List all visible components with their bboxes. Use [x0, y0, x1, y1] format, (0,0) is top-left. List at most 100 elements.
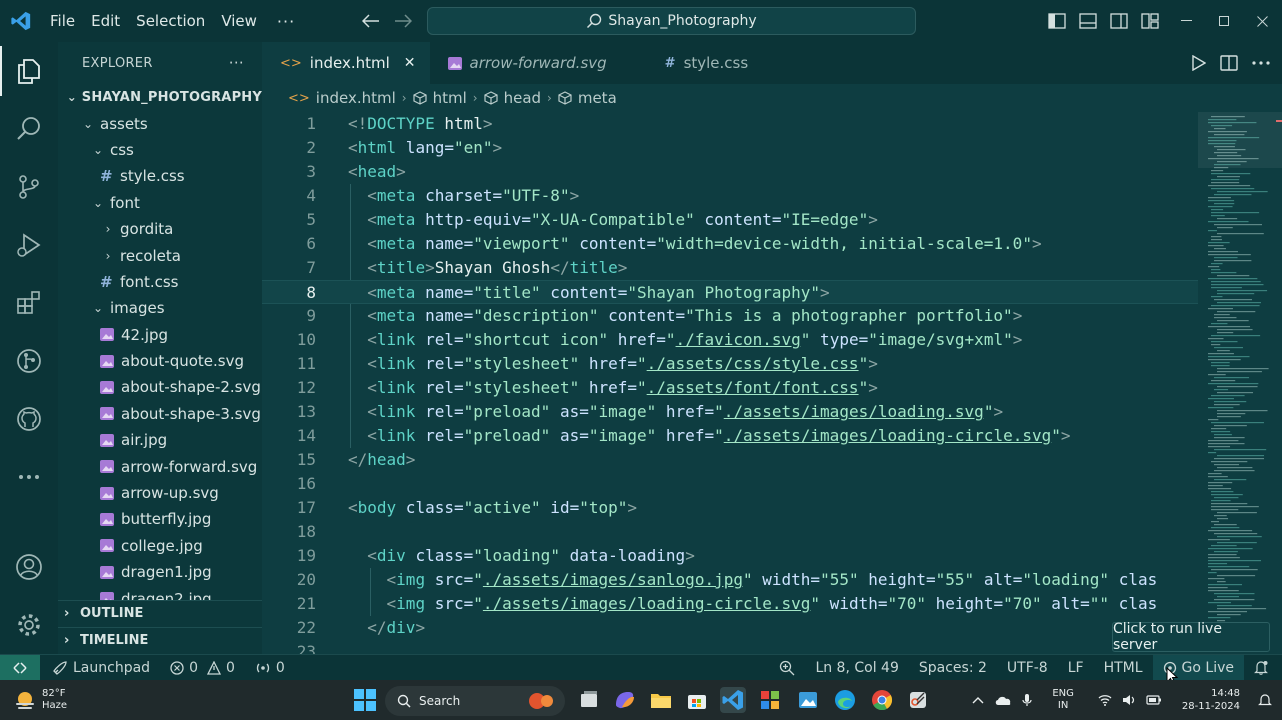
tab-style-css[interactable]: # style.css [647, 42, 763, 84]
language-indicator[interactable]: ENG IN [1052, 688, 1074, 712]
breadcrumb-item[interactable]: head [504, 89, 541, 107]
indentation-button[interactable]: Spaces: 2 [909, 655, 997, 681]
back-arrow-icon[interactable] [357, 7, 385, 35]
volume-icon[interactable] [1122, 694, 1136, 706]
edge-browser-icon[interactable] [832, 687, 858, 713]
code-line[interactable]: 4 <meta charset="UTF-8"> [262, 184, 1198, 208]
code-line[interactable]: 22 </div> [262, 616, 1198, 640]
menu-edit[interactable]: Edit [83, 7, 128, 35]
tree-item[interactable]: ⌄ assets [58, 110, 262, 136]
code-editor[interactable]: 1 <!DOCTYPE html> 2 <html lang="en"> 3 <head>… [262, 112, 1198, 654]
code-line[interactable]: 23 [262, 640, 1198, 654]
toggle-secondary-sidebar-icon[interactable] [1103, 0, 1134, 42]
tab-arrow-forward-svg[interactable]: arrow-forward.svg [430, 42, 647, 84]
forward-arrow-icon[interactable] [389, 7, 417, 35]
copilot-icon[interactable] [612, 687, 638, 713]
tree-item[interactable]: about-shape-2.svg [58, 374, 262, 400]
workspace-root[interactable]: ⌄ SHAYAN_PHOTOGRAPHY [58, 84, 262, 110]
tree-item[interactable]: butterfly.jpg [58, 506, 262, 532]
tree-item[interactable]: about-shape-3.svg [58, 401, 262, 427]
menu-view[interactable]: View [213, 7, 265, 35]
code-line[interactable]: 21 <img src="./assets/images/loading-cir… [262, 592, 1198, 616]
tree-item[interactable]: 42.jpg [58, 322, 262, 348]
more-views-icon[interactable] [0, 448, 58, 506]
source-control-icon[interactable] [0, 158, 58, 216]
tree-item[interactable]: about-quote.svg [58, 348, 262, 374]
outline-section[interactable]: › OUTLINE [58, 600, 262, 626]
search-sidebar-icon[interactable] [0, 100, 58, 158]
tree-item[interactable]: arrow-forward.svg [58, 453, 262, 479]
code-line[interactable]: 20 <img src="./assets/images/sanlogo.jpg… [262, 568, 1198, 592]
code-line[interactable]: 1 <!DOCTYPE html> [262, 112, 1198, 136]
clock[interactable]: 14:48 28-11-2024 [1182, 687, 1240, 713]
file-explorer-icon[interactable] [648, 687, 674, 713]
run-icon[interactable] [1192, 55, 1206, 71]
tree-item[interactable]: arrow-up.svg [58, 480, 262, 506]
weather-widget[interactable]: 82°F Haze [14, 680, 67, 720]
tree-item[interactable]: › recoleta [58, 242, 262, 268]
code-line[interactable]: 19 <div class="loading" data-loading> [262, 544, 1198, 568]
notification-center-icon[interactable] [1258, 693, 1272, 707]
encoding-button[interactable]: UTF-8 [997, 655, 1058, 681]
code-line[interactable]: 6 <meta name="viewport" content="width=d… [262, 232, 1198, 256]
split-editor-icon[interactable] [1220, 55, 1238, 71]
settings-gear-icon[interactable] [0, 596, 58, 654]
breadcrumb-item[interactable]: index.html [316, 89, 396, 107]
toggle-panel-icon[interactable] [1072, 0, 1103, 42]
code-line[interactable]: 7 <title>Shayan Ghosh</title> [262, 256, 1198, 280]
code-line[interactable]: 2 <html lang="en"> [262, 136, 1198, 160]
maximize-button[interactable] [1205, 0, 1243, 42]
eol-button[interactable]: LF [1058, 655, 1094, 681]
photos-app-icon[interactable] [795, 687, 821, 713]
tree-item[interactable]: # font.css [58, 269, 262, 295]
command-center-search[interactable]: Shayan_Photography [427, 7, 916, 35]
tree-item[interactable]: › gordita [58, 216, 262, 242]
ports-button[interactable]: 0 [245, 655, 295, 681]
code-line[interactable]: 18 [262, 520, 1198, 544]
code-line[interactable]: 14 <link rel="preload" as="image" href="… [262, 424, 1198, 448]
tree-item[interactable]: college.jpg [58, 533, 262, 559]
code-line[interactable]: 16 [262, 472, 1198, 496]
code-line[interactable]: 17 <body class="active" id="top"> [262, 496, 1198, 520]
code-line[interactable]: 3 <head> [262, 160, 1198, 184]
run-and-debug-icon[interactable] [0, 216, 58, 274]
editor-more-icon[interactable] [1252, 61, 1270, 65]
accounts-icon[interactable] [0, 538, 58, 596]
problems-button[interactable]: 0 0 [160, 655, 245, 681]
remote-indicator-icon[interactable] [0, 654, 40, 681]
microphone-icon[interactable] [1022, 693, 1032, 707]
explorer-more-button[interactable]: ··· [229, 54, 244, 72]
tree-item[interactable]: air.jpg [58, 427, 262, 453]
windows-start-icon[interactable] [352, 687, 378, 713]
snipping-tool-icon[interactable] [905, 687, 931, 713]
code-line[interactable]: 15 </head> [262, 448, 1198, 472]
chrome-browser-icon[interactable] [869, 687, 895, 713]
taskbar-search[interactable]: Search [385, 686, 565, 716]
battery-icon[interactable] [1146, 695, 1162, 705]
tree-item[interactable]: ⌄ font [58, 190, 262, 216]
menu-more-button[interactable]: ··· [265, 12, 307, 31]
vscode-taskbar-icon[interactable] [720, 687, 746, 713]
explorer-icon[interactable] [0, 42, 58, 100]
extensions-icon[interactable] [0, 274, 58, 332]
code-line[interactable]: 5 <meta http-equiv="X-UA-Compatible" con… [262, 208, 1198, 232]
close-window-button[interactable] [1243, 0, 1281, 42]
minimap[interactable] [1198, 112, 1282, 654]
launchpad-button[interactable]: Launchpad [42, 655, 160, 681]
task-view-icon[interactable] [576, 687, 602, 713]
onedrive-cloud-icon[interactable] [994, 694, 1012, 706]
breadcrumb-item[interactable]: html [433, 89, 467, 107]
toggle-primary-sidebar-icon[interactable] [1041, 0, 1072, 42]
zoom-button[interactable] [769, 655, 805, 681]
code-line[interactable]: 8 <meta name="title" content="Shayan Pho… [262, 280, 1198, 304]
code-line[interactable]: 13 <link rel="preload" as="image" href="… [262, 400, 1198, 424]
office-apps-icon[interactable] [757, 687, 783, 713]
minimize-button[interactable] [1167, 0, 1205, 42]
github-icon[interactable] [0, 390, 58, 448]
notifications-bell-icon[interactable] [1244, 655, 1282, 681]
menu-selection[interactable]: Selection [128, 7, 213, 35]
language-mode-button[interactable]: HTML [1094, 655, 1153, 681]
chevron-up-icon[interactable] [972, 696, 984, 704]
code-line[interactable]: 11 <link rel="stylesheet" href="./assets… [262, 352, 1198, 376]
cursor-position[interactable]: Ln 8, Col 49 [805, 655, 908, 681]
